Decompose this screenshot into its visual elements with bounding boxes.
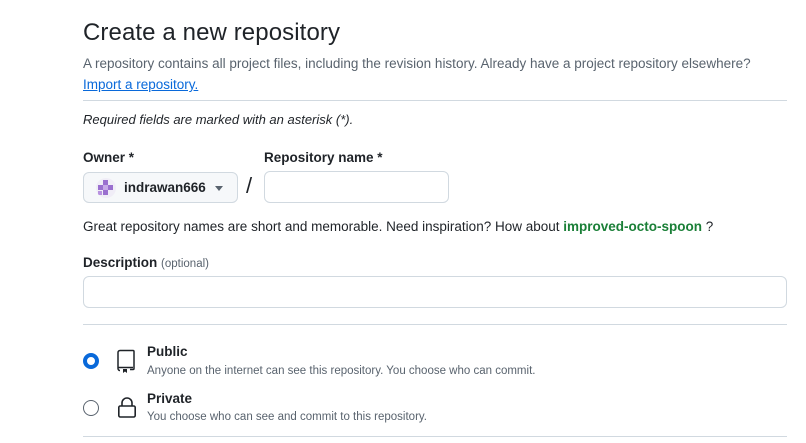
required-fields-note: Required fields are marked with an aster… bbox=[83, 112, 354, 127]
divider bbox=[83, 324, 787, 325]
owner-select-button[interactable]: indrawan666 bbox=[83, 172, 238, 203]
repo-icon bbox=[117, 349, 135, 373]
owner-repo-separator: / bbox=[246, 173, 253, 198]
public-radio[interactable] bbox=[83, 353, 99, 369]
public-description: Anyone on the internet can see this repo… bbox=[147, 365, 536, 377]
owner-name: indrawan666 bbox=[124, 180, 206, 195]
hint-text: Great repository names are short and mem… bbox=[83, 219, 560, 234]
suggested-name[interactable]: improved-octo-spoon bbox=[563, 219, 702, 234]
private-description: You choose who can see and commit to thi… bbox=[147, 411, 427, 423]
chevron-down-icon bbox=[215, 186, 223, 191]
import-repository-link[interactable]: Import a repository. bbox=[83, 77, 198, 92]
lock-icon bbox=[117, 397, 136, 418]
repo-name-label: Repository name * bbox=[264, 150, 383, 165]
description-label: Description (optional) bbox=[83, 255, 209, 270]
description-input[interactable] bbox=[83, 276, 787, 308]
private-radio[interactable] bbox=[83, 400, 99, 416]
repo-name-hint: Great repository names are short and mem… bbox=[83, 219, 713, 234]
public-title: Public bbox=[147, 344, 188, 359]
subtitle-text: A repository contains all project files,… bbox=[83, 56, 751, 71]
description-label-text: Description bbox=[83, 255, 158, 270]
divider bbox=[83, 100, 787, 101]
hint-suffix: ? bbox=[705, 219, 714, 234]
divider bbox=[83, 436, 787, 437]
page-title: Create a new repository bbox=[83, 19, 341, 46]
optional-tag: (optional) bbox=[161, 258, 209, 270]
avatar bbox=[96, 177, 116, 198]
owner-label: Owner * bbox=[83, 150, 135, 165]
repo-name-input[interactable] bbox=[264, 171, 449, 203]
page-subtitle: A repository contains all project files,… bbox=[83, 53, 798, 95]
private-title: Private bbox=[147, 391, 193, 406]
